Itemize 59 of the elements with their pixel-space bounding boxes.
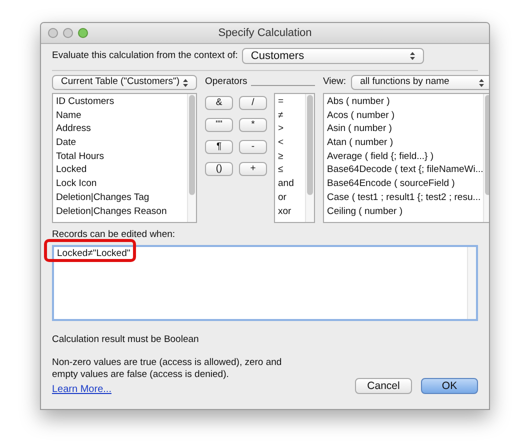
operators-label: Operators	[205, 75, 248, 90]
list-item[interactable]: Average ( field {; field...} )	[327, 150, 484, 164]
window-title: Specify Calculation	[218, 26, 312, 41]
list-item[interactable]: Lock Icon	[56, 177, 187, 191]
operator-button[interactable]: -	[239, 140, 267, 154]
stepper-arrows-icon	[183, 78, 188, 86]
list-item[interactable]: ≥	[278, 150, 305, 164]
formula-label: Records can be edited when:	[52, 228, 176, 242]
list-item[interactable]: Locked	[56, 163, 187, 178]
list-item[interactable]: Base64Encode ( sourceField )	[327, 177, 484, 191]
operator-button[interactable]: ()	[205, 162, 233, 176]
scrollbar[interactable]	[467, 247, 476, 320]
result-note: Calculation result must be Boolean	[52, 333, 200, 348]
operator-button[interactable]: /	[239, 96, 267, 110]
ok-button[interactable]: OK	[421, 378, 478, 394]
operator-button[interactable]: *	[239, 118, 267, 132]
list-item[interactable]: >	[278, 122, 305, 136]
list-item[interactable]: Acos ( number )	[327, 108, 484, 122]
list-item[interactable]: ID Customers	[56, 95, 187, 109]
list-item[interactable]: =	[278, 95, 305, 109]
operator-button[interactable]: +	[239, 162, 267, 176]
list-item[interactable]: Ceiling ( number )	[327, 204, 484, 218]
list-item[interactable]: ≠	[278, 108, 305, 122]
context-label: Evaluate this calculation from the context of:	[52, 48, 238, 63]
operator-button[interactable]: ""	[205, 118, 233, 132]
learn-more-link[interactable]: Learn More...	[52, 382, 297, 396]
operator-button[interactable]: &	[205, 96, 233, 110]
list-item[interactable]: Deletion|Changes Tag	[56, 190, 187, 204]
list-item[interactable]: Name	[56, 108, 187, 122]
list-item[interactable]: Asin ( number )	[327, 122, 484, 136]
operator-button[interactable]: ¶	[205, 140, 233, 154]
list-item[interactable]: Abs ( number )	[327, 95, 484, 109]
view-label: View:	[323, 75, 346, 90]
formula-field[interactable]: Locked≠"Locked"	[52, 245, 478, 322]
scrollbar[interactable]	[187, 94, 196, 222]
stepper-arrows-icon	[410, 52, 415, 60]
stepper-arrows-icon	[479, 78, 484, 86]
list-item[interactable]: Total Hours	[56, 150, 187, 164]
view-dropdown[interactable]: all functions by name	[351, 75, 489, 90]
list-item[interactable]: <	[278, 136, 305, 150]
list-item[interactable]: and	[278, 177, 305, 191]
list-item[interactable]: xor	[278, 204, 305, 218]
table-dropdown[interactable]: Current Table ("Customers")	[52, 75, 197, 90]
context-dropdown[interactable]: Customers	[242, 48, 424, 64]
formula-text: Locked≠"Locked"	[56, 247, 132, 262]
list-item[interactable]: Case ( test1 ; result1 {; test2 ; resu...	[327, 190, 484, 204]
cancel-button[interactable]: Cancel	[355, 378, 412, 394]
list-item[interactable]: Base64Decode ( text {; fileNameWi...	[327, 163, 484, 178]
close-button[interactable]	[48, 28, 58, 38]
list-item[interactable]: Deletion|Changes Reason	[56, 204, 187, 218]
list-item[interactable]: Address	[56, 122, 187, 136]
list-item[interactable]: Date	[56, 136, 187, 150]
list-item[interactable]: Atan ( number )	[327, 136, 484, 150]
list-item[interactable]: or	[278, 190, 305, 204]
list-item[interactable]: ≤	[278, 163, 305, 178]
scrollbar[interactable]	[305, 94, 314, 222]
help-text: Non-zero values are true (access is allowed), zero and empty values are false (access is denied).	[52, 356, 283, 380]
zoom-button[interactable]	[78, 28, 88, 38]
minimize-button[interactable]	[63, 28, 73, 38]
